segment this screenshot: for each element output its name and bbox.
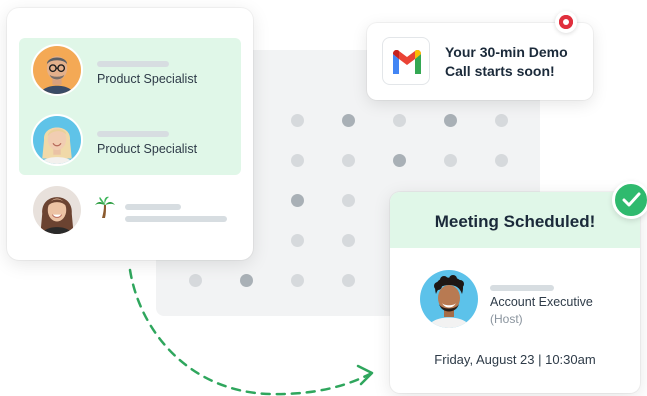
- meeting-datetime: Friday, August 23 | 10:30am: [434, 352, 596, 367]
- woman-blonde-avatar-icon: [33, 116, 81, 164]
- calendar-slot: [291, 114, 304, 127]
- dashed-arrow-icon: [128, 268, 374, 396]
- meeting-title: Meeting Scheduled!: [434, 212, 596, 231]
- notification-line-2: Call starts soon!: [445, 63, 555, 79]
- calendar-slot-booked: [393, 154, 406, 167]
- calendar-slot: [444, 154, 457, 167]
- check-badge: [612, 181, 647, 219]
- calendar-slot: [495, 154, 508, 167]
- calendar-slot: [342, 234, 355, 247]
- notification-line-1: Your 30-min Demo: [445, 44, 568, 60]
- host-avatar: [420, 270, 478, 328]
- avatar: [31, 184, 83, 236]
- demo-reminder-notification[interactable]: Your 30-min Demo Call starts soon!: [367, 23, 593, 100]
- person-role: Product Specialist: [97, 142, 198, 156]
- woman-brunette-avatar-icon: [33, 186, 81, 234]
- meeting-scheduled-card[interactable]: Meeting Scheduled! Account Executive (Ho…: [390, 192, 640, 393]
- calendar-slot-booked: [444, 114, 457, 127]
- man-glasses-avatar-icon: [33, 46, 81, 94]
- calendar-slot: [342, 154, 355, 167]
- avatar: [31, 44, 83, 96]
- badge-center: [563, 19, 569, 25]
- name-placeholder: [97, 61, 169, 67]
- recording-badge-icon: [555, 11, 577, 33]
- calendar-slot: [495, 114, 508, 127]
- person-row[interactable]: Product Specialist: [31, 114, 241, 168]
- host-role: Account Executive: [490, 295, 593, 309]
- palm-tree-icon: [95, 196, 115, 218]
- name-placeholder: [125, 204, 181, 210]
- calendar-slot-booked: [291, 194, 304, 207]
- detail-placeholder: [125, 216, 227, 222]
- notification-message: Your 30-min Demo Call starts soon!: [445, 43, 585, 81]
- gmail-icon-tile: [382, 37, 430, 85]
- meeting-header: Meeting Scheduled!: [390, 192, 640, 248]
- person-role: Product Specialist: [97, 72, 198, 86]
- calendar-slot: [342, 194, 355, 207]
- man-curly-hair-avatar-icon: [420, 270, 478, 328]
- calendar-slot: [393, 114, 406, 127]
- gmail-icon: [393, 50, 421, 74]
- calendar-slot: [291, 154, 304, 167]
- specialist-list-card: Product Specialist Product Specialist: [7, 8, 253, 260]
- calendar-slot: [291, 234, 304, 247]
- host-tag: (Host): [490, 312, 523, 326]
- calendar-slot-booked: [342, 114, 355, 127]
- person-row[interactable]: Product Specialist: [31, 44, 241, 98]
- host-name-placeholder: [490, 285, 554, 291]
- avatar: [31, 114, 83, 166]
- person-row[interactable]: [31, 184, 241, 238]
- name-placeholder: [97, 131, 169, 137]
- check-icon: [622, 192, 641, 207]
